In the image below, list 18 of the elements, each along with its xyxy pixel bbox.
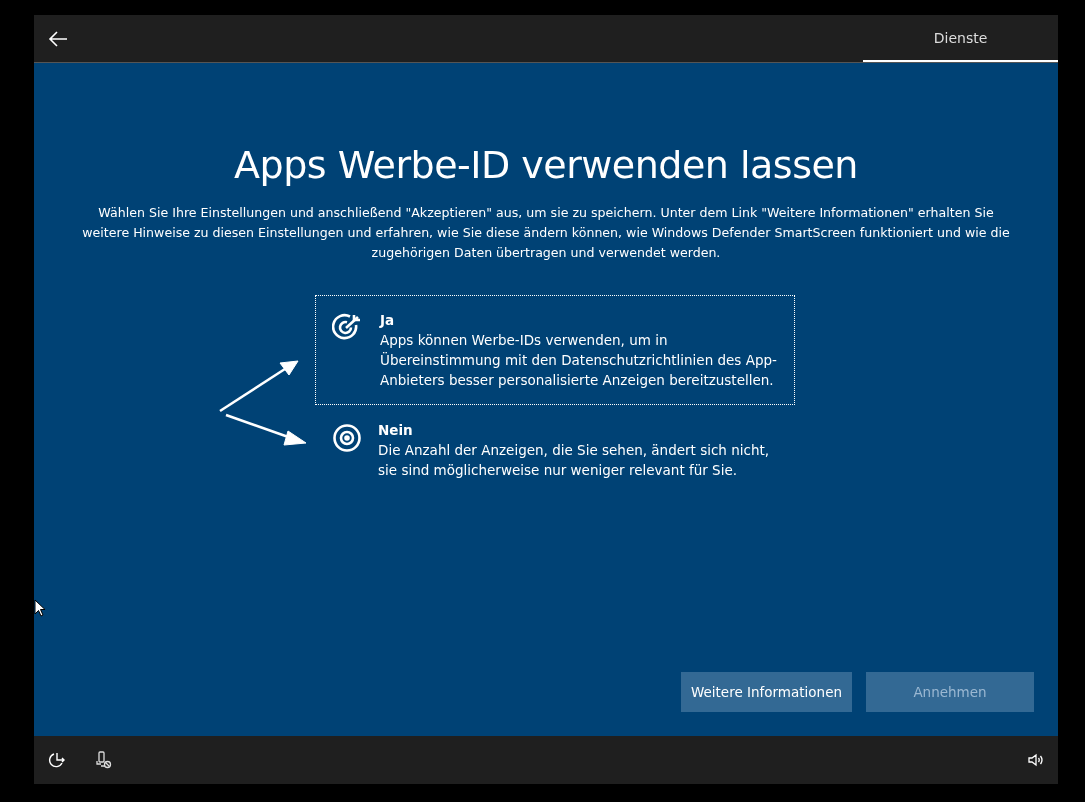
mouse-cursor-icon — [34, 599, 46, 617]
option-label: Ja — [380, 312, 396, 328]
option-description: Die Anzahl der Anzeigen, die Sie sehen, ändert sich nicht, sie sind möglicherweise nur weniger relevant für Sie. — [378, 441, 771, 480]
option-label: Nein — [378, 422, 414, 438]
speaker-icon — [1028, 753, 1044, 767]
option-description: Apps können Werbe-IDs verwenden, um in Übereinstimmung mit den Datenschutzrichtlinien des App-Anbieters besser personalisierte Anzeigen bereitzustellen. — [380, 331, 778, 390]
option-item[interactable]: Nein Die Anzahl der Anzeigen, die Sie sehen, ändert sich nicht, sie sind möglicherweise nur weniger relevant für Sie. — [315, 405, 795, 495]
action-button[interactable]: Weitere Informationen — [680, 672, 852, 712]
ease-of-access-icon — [48, 751, 66, 769]
target-icon — [332, 423, 362, 453]
page-title: Apps Werbe-ID verwenden lassen — [234, 143, 858, 187]
description-text: Wählen Sie Ihre Einstellungen und anschließend "Akzeptieren" aus, um sie zu speichern. Unter dem Link "Weitere Informationen" erhalten Sie weitere Hinweise zu diesen Einstellungen und erfahren, wie Sie diese ändern können, wie Windows Defender SmartScreen funktioniert und wie die zugehörigen Daten übertragen und verwendet werden. — [81, 204, 1011, 262]
microphone-muted-icon — [96, 751, 112, 769]
ease-of-access-button[interactable] — [48, 751, 66, 769]
volume-button[interactable] — [1028, 753, 1044, 767]
option-item[interactable]: Ja Apps können Werbe-IDs verwenden, um in Übereinstimmung mit den Datenschutzrichtlinien des App-Anbieters besser personalisierte Anzeigen bereitzustellen. — [315, 295, 795, 405]
back-arrow-icon — [48, 30, 68, 47]
microphone-button[interactable] — [96, 751, 112, 769]
